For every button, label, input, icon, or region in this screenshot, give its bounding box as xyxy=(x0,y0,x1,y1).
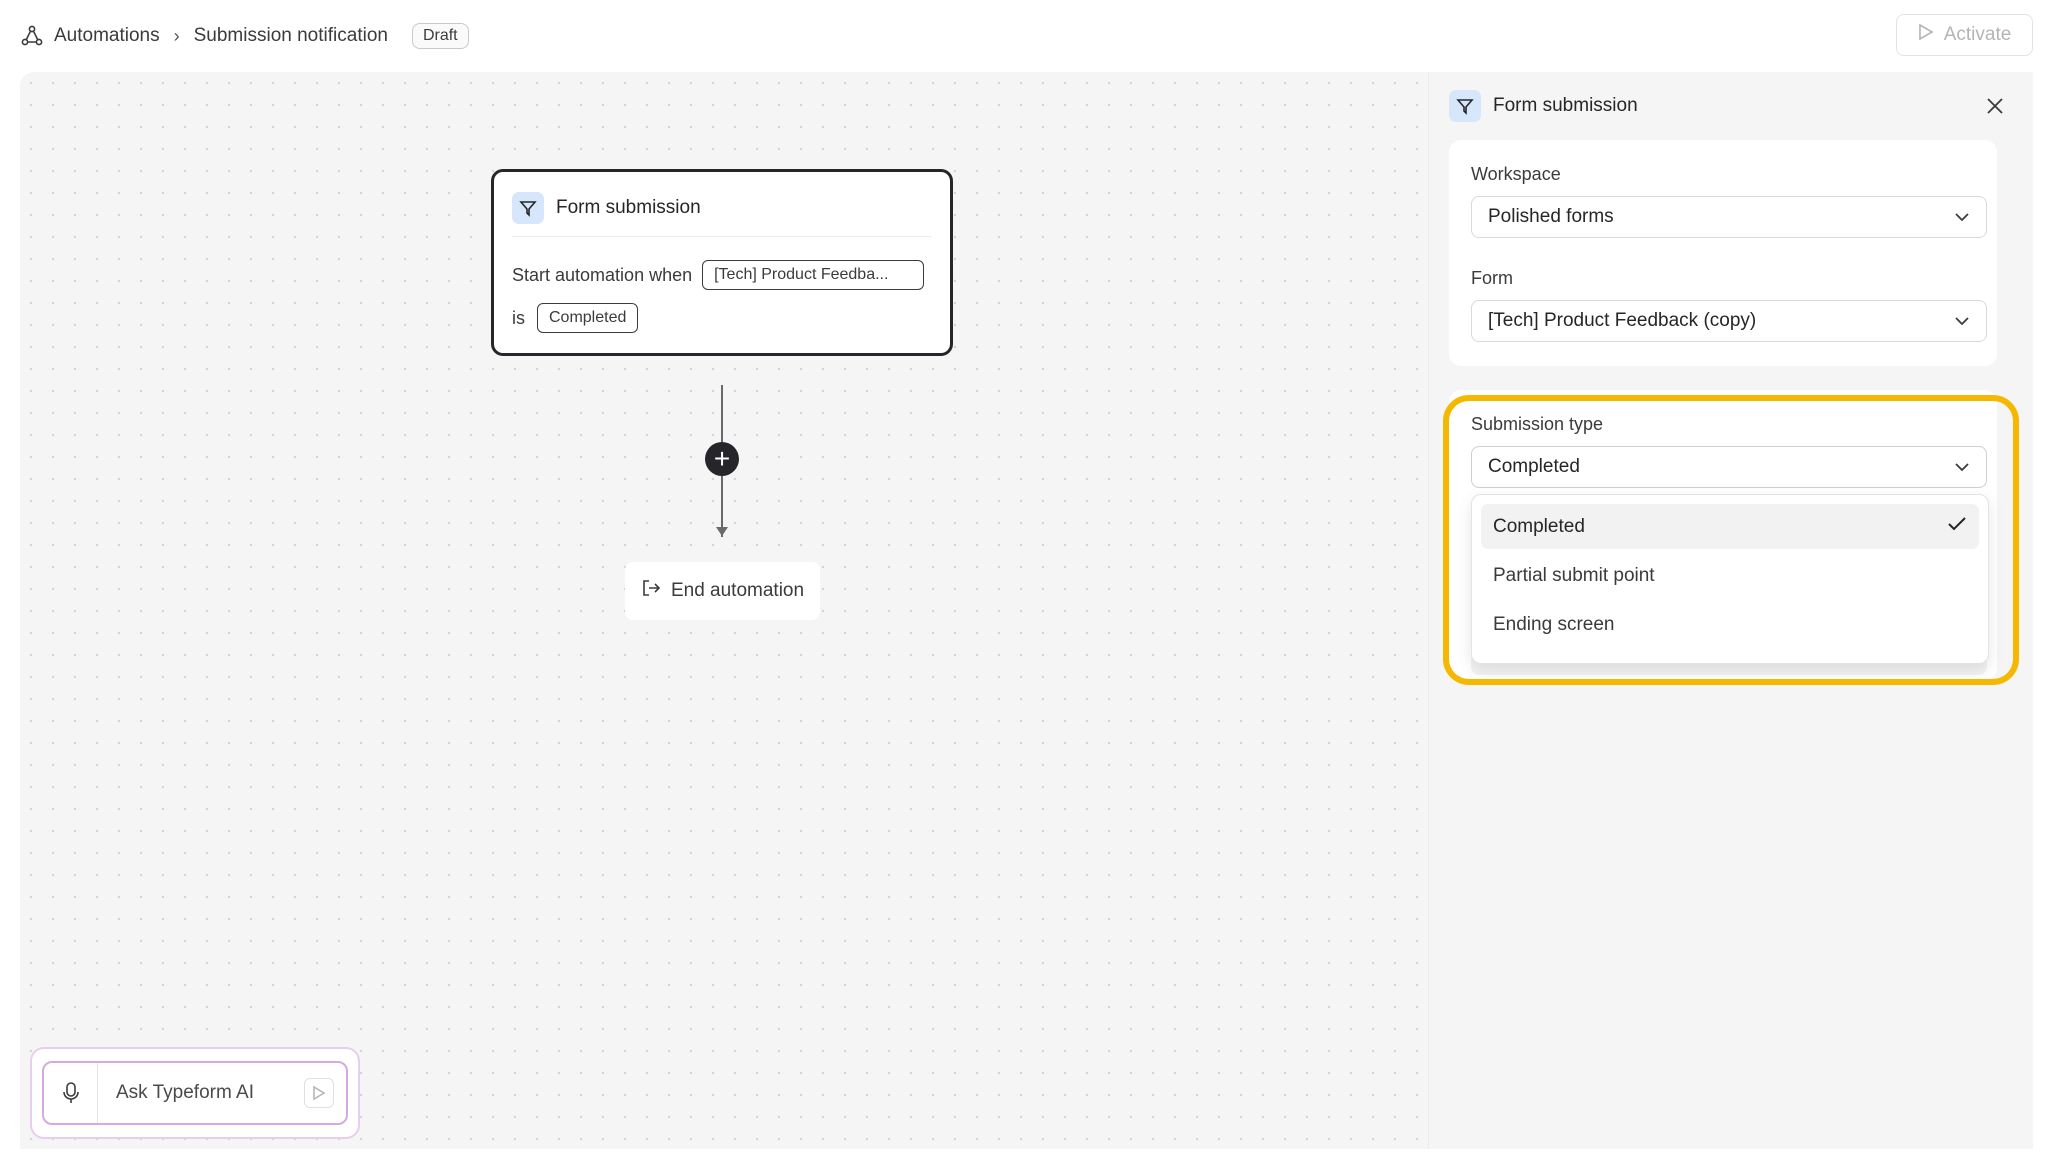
workspace-value: Polished forms xyxy=(1488,206,1614,227)
breadcrumb-current[interactable]: Submission notification xyxy=(194,25,388,47)
send-icon[interactable] xyxy=(304,1078,334,1108)
filter-icon xyxy=(512,192,544,224)
submission-type-dropdown: Completed Partial submit point Ending sc… xyxy=(1471,494,1989,664)
trigger-card[interactable]: Form submission Start automation when [T… xyxy=(491,169,953,356)
activate-button[interactable]: Activate xyxy=(1896,14,2033,56)
panel-title: Form submission xyxy=(1493,95,1638,116)
breadcrumb-automations-link[interactable]: Automations xyxy=(54,25,160,47)
workspace-select[interactable]: Polished forms xyxy=(1471,196,1987,238)
ai-prompt-container: Ask Typeform AI xyxy=(30,1047,360,1139)
filter-icon xyxy=(1449,90,1481,122)
status-badge: Draft xyxy=(411,23,469,49)
chevron-right-icon: › xyxy=(173,25,180,46)
check-icon xyxy=(1947,516,1967,538)
mic-icon[interactable] xyxy=(44,1063,98,1123)
option-ending-screen[interactable]: Ending screen xyxy=(1481,602,1979,647)
automation-canvas[interactable]: Form submission Start automation when [T… xyxy=(20,72,1428,1149)
plus-icon: + xyxy=(713,443,731,474)
chevron-down-icon xyxy=(1954,206,1970,228)
submission-type-card: Submission type Completed Completed Part… xyxy=(1449,390,1997,680)
ai-prompt-box[interactable]: Ask Typeform AI xyxy=(42,1061,348,1125)
play-icon xyxy=(1918,23,1934,47)
submission-type-value: Completed xyxy=(1488,456,1580,477)
trigger-title: Form submission xyxy=(556,197,701,218)
form-label: Form xyxy=(1471,268,1513,288)
chevron-down-icon xyxy=(1954,310,1970,332)
chevron-down-icon xyxy=(1954,456,1970,478)
option-label: Ending screen xyxy=(1493,613,1615,635)
activate-label: Activate xyxy=(1943,24,2012,45)
is-text: is xyxy=(512,307,525,328)
start-text: Start automation when xyxy=(512,264,693,285)
top-bar: Automations › Submission notification Dr… xyxy=(0,0,2048,72)
ai-input[interactable]: Ask Typeform AI xyxy=(116,1082,304,1104)
submission-type-label: Submission type xyxy=(1471,414,1604,434)
breadcrumb: Automations › Submission notification Dr… xyxy=(20,22,469,50)
divider xyxy=(512,236,932,237)
close-icon[interactable] xyxy=(1981,92,2009,120)
add-step-button[interactable]: + xyxy=(705,442,739,476)
submission-type-select[interactable]: Completed xyxy=(1471,446,1987,488)
form-chip[interactable]: [Tech] Product Feedba... xyxy=(702,260,925,290)
option-completed[interactable]: Completed xyxy=(1481,504,1979,549)
exit-icon xyxy=(641,578,661,604)
status-chip[interactable]: Completed xyxy=(537,303,639,333)
end-automation-node[interactable]: End automation xyxy=(625,562,820,620)
option-label: Partial submit point xyxy=(1493,564,1655,586)
properties-panel: Form submission Workspace Polished forms… xyxy=(1428,72,2033,1149)
form-select[interactable]: [Tech] Product Feedback (copy) xyxy=(1471,300,1987,342)
workspace-label: Workspace xyxy=(1471,164,1561,184)
connector-arrow xyxy=(716,527,728,536)
end-automation-label: End automation xyxy=(670,580,805,601)
automation-icon xyxy=(20,24,44,48)
option-partial-submit-point[interactable]: Partial submit point xyxy=(1481,553,1979,598)
option-label: Completed xyxy=(1493,515,1585,537)
form-value: [Tech] Product Feedback (copy) xyxy=(1488,310,1757,331)
source-card: Workspace Polished forms Form [Tech] Pro… xyxy=(1449,140,1997,366)
